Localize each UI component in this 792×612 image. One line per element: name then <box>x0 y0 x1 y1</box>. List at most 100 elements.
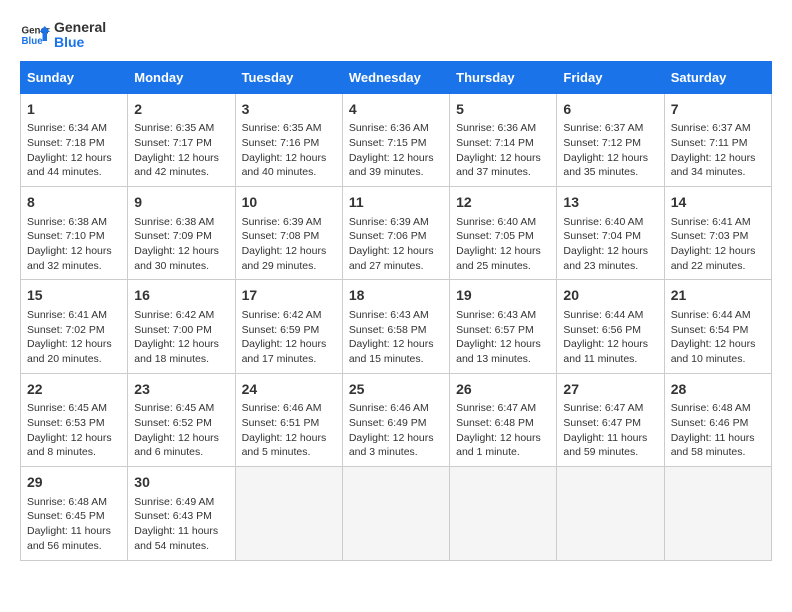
day-number: 22 <box>27 380 121 400</box>
logo-blue: Blue <box>54 35 106 50</box>
week-row-4: 22Sunrise: 6:45 AMSunset: 6:53 PMDayligh… <box>21 373 772 466</box>
svg-text:Blue: Blue <box>22 36 44 47</box>
calendar-cell: 15Sunrise: 6:41 AMSunset: 7:02 PMDayligh… <box>21 280 128 373</box>
header-day-monday: Monday <box>128 61 235 93</box>
day-info: Sunrise: 6:34 AMSunset: 7:18 PMDaylight:… <box>27 121 121 180</box>
calendar-cell: 11Sunrise: 6:39 AMSunset: 7:06 PMDayligh… <box>342 187 449 280</box>
day-info: Sunrise: 6:35 AMSunset: 7:17 PMDaylight:… <box>134 121 228 180</box>
day-info: Sunrise: 6:45 AMSunset: 6:52 PMDaylight:… <box>134 401 228 460</box>
calendar-cell: 21Sunrise: 6:44 AMSunset: 6:54 PMDayligh… <box>664 280 771 373</box>
header-day-wednesday: Wednesday <box>342 61 449 93</box>
day-info: Sunrise: 6:36 AMSunset: 7:14 PMDaylight:… <box>456 121 550 180</box>
calendar-cell: 8Sunrise: 6:38 AMSunset: 7:10 PMDaylight… <box>21 187 128 280</box>
day-number: 29 <box>27 473 121 493</box>
calendar-body: 1Sunrise: 6:34 AMSunset: 7:18 PMDaylight… <box>21 93 772 560</box>
day-number: 16 <box>134 286 228 306</box>
header-day-friday: Friday <box>557 61 664 93</box>
header-day-sunday: Sunday <box>21 61 128 93</box>
day-number: 17 <box>242 286 336 306</box>
day-number: 6 <box>563 100 657 120</box>
calendar-cell <box>235 467 342 560</box>
day-info: Sunrise: 6:36 AMSunset: 7:15 PMDaylight:… <box>349 121 443 180</box>
calendar-cell: 7Sunrise: 6:37 AMSunset: 7:11 PMDaylight… <box>664 93 771 186</box>
calendar-cell: 22Sunrise: 6:45 AMSunset: 6:53 PMDayligh… <box>21 373 128 466</box>
day-info: Sunrise: 6:46 AMSunset: 6:51 PMDaylight:… <box>242 401 336 460</box>
day-number: 3 <box>242 100 336 120</box>
calendar-table: SundayMondayTuesdayWednesdayThursdayFrid… <box>20 61 772 561</box>
logo-general: General <box>54 20 106 35</box>
day-number: 11 <box>349 193 443 213</box>
calendar-header: SundayMondayTuesdayWednesdayThursdayFrid… <box>21 61 772 93</box>
calendar-cell: 16Sunrise: 6:42 AMSunset: 7:00 PMDayligh… <box>128 280 235 373</box>
calendar-cell: 3Sunrise: 6:35 AMSunset: 7:16 PMDaylight… <box>235 93 342 186</box>
calendar-cell: 25Sunrise: 6:46 AMSunset: 6:49 PMDayligh… <box>342 373 449 466</box>
week-row-5: 29Sunrise: 6:48 AMSunset: 6:45 PMDayligh… <box>21 467 772 560</box>
day-info: Sunrise: 6:47 AMSunset: 6:47 PMDaylight:… <box>563 401 657 460</box>
calendar-cell: 1Sunrise: 6:34 AMSunset: 7:18 PMDaylight… <box>21 93 128 186</box>
calendar-cell: 10Sunrise: 6:39 AMSunset: 7:08 PMDayligh… <box>235 187 342 280</box>
day-number: 13 <box>563 193 657 213</box>
calendar-cell: 14Sunrise: 6:41 AMSunset: 7:03 PMDayligh… <box>664 187 771 280</box>
calendar-cell: 20Sunrise: 6:44 AMSunset: 6:56 PMDayligh… <box>557 280 664 373</box>
day-number: 20 <box>563 286 657 306</box>
day-info: Sunrise: 6:40 AMSunset: 7:05 PMDaylight:… <box>456 215 550 274</box>
header-day-saturday: Saturday <box>664 61 771 93</box>
calendar-cell: 26Sunrise: 6:47 AMSunset: 6:48 PMDayligh… <box>450 373 557 466</box>
calendar-cell <box>342 467 449 560</box>
day-info: Sunrise: 6:43 AMSunset: 6:57 PMDaylight:… <box>456 308 550 367</box>
day-info: Sunrise: 6:35 AMSunset: 7:16 PMDaylight:… <box>242 121 336 180</box>
day-info: Sunrise: 6:42 AMSunset: 7:00 PMDaylight:… <box>134 308 228 367</box>
header: General Blue General Blue <box>20 20 772 51</box>
day-number: 27 <box>563 380 657 400</box>
calendar-cell: 13Sunrise: 6:40 AMSunset: 7:04 PMDayligh… <box>557 187 664 280</box>
day-info: Sunrise: 6:45 AMSunset: 6:53 PMDaylight:… <box>27 401 121 460</box>
calendar-cell: 23Sunrise: 6:45 AMSunset: 6:52 PMDayligh… <box>128 373 235 466</box>
week-row-3: 15Sunrise: 6:41 AMSunset: 7:02 PMDayligh… <box>21 280 772 373</box>
calendar-cell: 5Sunrise: 6:36 AMSunset: 7:14 PMDaylight… <box>450 93 557 186</box>
calendar-cell: 6Sunrise: 6:37 AMSunset: 7:12 PMDaylight… <box>557 93 664 186</box>
day-number: 21 <box>671 286 765 306</box>
day-info: Sunrise: 6:39 AMSunset: 7:06 PMDaylight:… <box>349 215 443 274</box>
calendar-cell: 27Sunrise: 6:47 AMSunset: 6:47 PMDayligh… <box>557 373 664 466</box>
day-number: 14 <box>671 193 765 213</box>
day-number: 23 <box>134 380 228 400</box>
calendar-cell: 28Sunrise: 6:48 AMSunset: 6:46 PMDayligh… <box>664 373 771 466</box>
day-number: 8 <box>27 193 121 213</box>
day-info: Sunrise: 6:38 AMSunset: 7:09 PMDaylight:… <box>134 215 228 274</box>
logo-icon: General Blue <box>20 20 50 50</box>
day-number: 1 <box>27 100 121 120</box>
day-info: Sunrise: 6:48 AMSunset: 6:46 PMDaylight:… <box>671 401 765 460</box>
day-number: 5 <box>456 100 550 120</box>
day-info: Sunrise: 6:49 AMSunset: 6:43 PMDaylight:… <box>134 495 228 554</box>
day-info: Sunrise: 6:47 AMSunset: 6:48 PMDaylight:… <box>456 401 550 460</box>
day-number: 18 <box>349 286 443 306</box>
calendar-cell <box>450 467 557 560</box>
day-number: 10 <box>242 193 336 213</box>
day-number: 15 <box>27 286 121 306</box>
calendar-cell <box>557 467 664 560</box>
day-info: Sunrise: 6:41 AMSunset: 7:03 PMDaylight:… <box>671 215 765 274</box>
day-info: Sunrise: 6:44 AMSunset: 6:54 PMDaylight:… <box>671 308 765 367</box>
day-info: Sunrise: 6:40 AMSunset: 7:04 PMDaylight:… <box>563 215 657 274</box>
calendar-cell: 18Sunrise: 6:43 AMSunset: 6:58 PMDayligh… <box>342 280 449 373</box>
calendar-cell <box>664 467 771 560</box>
calendar-cell: 19Sunrise: 6:43 AMSunset: 6:57 PMDayligh… <box>450 280 557 373</box>
day-number: 9 <box>134 193 228 213</box>
day-info: Sunrise: 6:44 AMSunset: 6:56 PMDaylight:… <box>563 308 657 367</box>
day-number: 12 <box>456 193 550 213</box>
week-row-2: 8Sunrise: 6:38 AMSunset: 7:10 PMDaylight… <box>21 187 772 280</box>
day-number: 7 <box>671 100 765 120</box>
calendar-cell: 30Sunrise: 6:49 AMSunset: 6:43 PMDayligh… <box>128 467 235 560</box>
day-info: Sunrise: 6:43 AMSunset: 6:58 PMDaylight:… <box>349 308 443 367</box>
day-number: 2 <box>134 100 228 120</box>
day-number: 25 <box>349 380 443 400</box>
day-number: 28 <box>671 380 765 400</box>
calendar-cell: 12Sunrise: 6:40 AMSunset: 7:05 PMDayligh… <box>450 187 557 280</box>
day-number: 4 <box>349 100 443 120</box>
header-row: SundayMondayTuesdayWednesdayThursdayFrid… <box>21 61 772 93</box>
calendar-cell: 4Sunrise: 6:36 AMSunset: 7:15 PMDaylight… <box>342 93 449 186</box>
header-day-thursday: Thursday <box>450 61 557 93</box>
day-info: Sunrise: 6:41 AMSunset: 7:02 PMDaylight:… <box>27 308 121 367</box>
day-number: 26 <box>456 380 550 400</box>
calendar-cell: 29Sunrise: 6:48 AMSunset: 6:45 PMDayligh… <box>21 467 128 560</box>
